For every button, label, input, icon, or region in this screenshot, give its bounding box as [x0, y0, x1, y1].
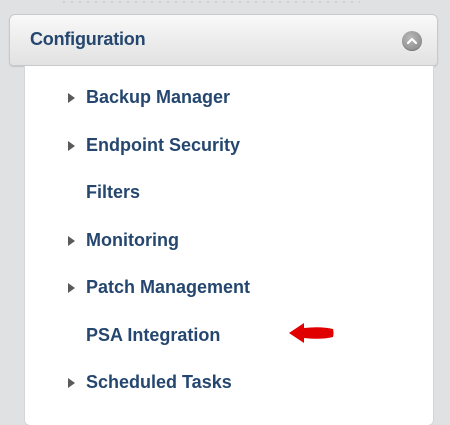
page: Configuration Backup Manager Endpoint Se…	[0, 0, 450, 425]
chevron-up-icon	[406, 37, 418, 45]
top-border-decoration	[60, 0, 360, 4]
expand-arrow-icon[interactable]	[68, 283, 75, 293]
expand-arrow-icon[interactable]	[68, 235, 75, 246]
menu-item-endpoint-security[interactable]: Endpoint Security	[25, 128, 433, 176]
expand-arrow-icon[interactable]	[68, 140, 75, 151]
menu-item-backup-manager[interactable]: Backup Manager	[25, 80, 433, 128]
menu-item-scheduled-tasks[interactable]: Scheduled Tasks	[25, 365, 433, 413]
menu-item-label: Backup Manager	[86, 87, 231, 107]
panel-header[interactable]: Configuration	[9, 14, 438, 66]
menu-item-monitoring[interactable]: Monitoring	[25, 223, 433, 271]
menu-list: Backup Manager Endpoint Security Filters…	[25, 80, 433, 413]
expand-arrow-icon[interactable]	[68, 378, 75, 388]
expand-arrow-icon[interactable]	[68, 93, 75, 103]
menu-item-label: PSA Integration	[86, 324, 221, 345]
menu-item-filters[interactable]: Filters	[25, 175, 433, 223]
menu-item-label: Scheduled Tasks	[86, 372, 232, 392]
menu-item-patch-management[interactable]: Patch Management	[25, 270, 433, 318]
panel-title: Configuration	[30, 29, 146, 49]
configuration-panel: Configuration Backup Manager Endpoint Se…	[9, 14, 438, 425]
panel-body: Backup Manager Endpoint Security Filters…	[24, 66, 434, 425]
collapse-button[interactable]	[402, 31, 422, 51]
red-pointer-arrow-icon	[289, 322, 334, 343]
menu-item-label: Monitoring	[86, 229, 179, 250]
menu-item-psa-integration[interactable]: PSA Integration	[25, 318, 433, 366]
menu-item-label: Filters	[86, 182, 141, 202]
menu-item-label: Endpoint Security	[86, 134, 241, 155]
menu-item-label: Patch Management	[86, 277, 251, 297]
